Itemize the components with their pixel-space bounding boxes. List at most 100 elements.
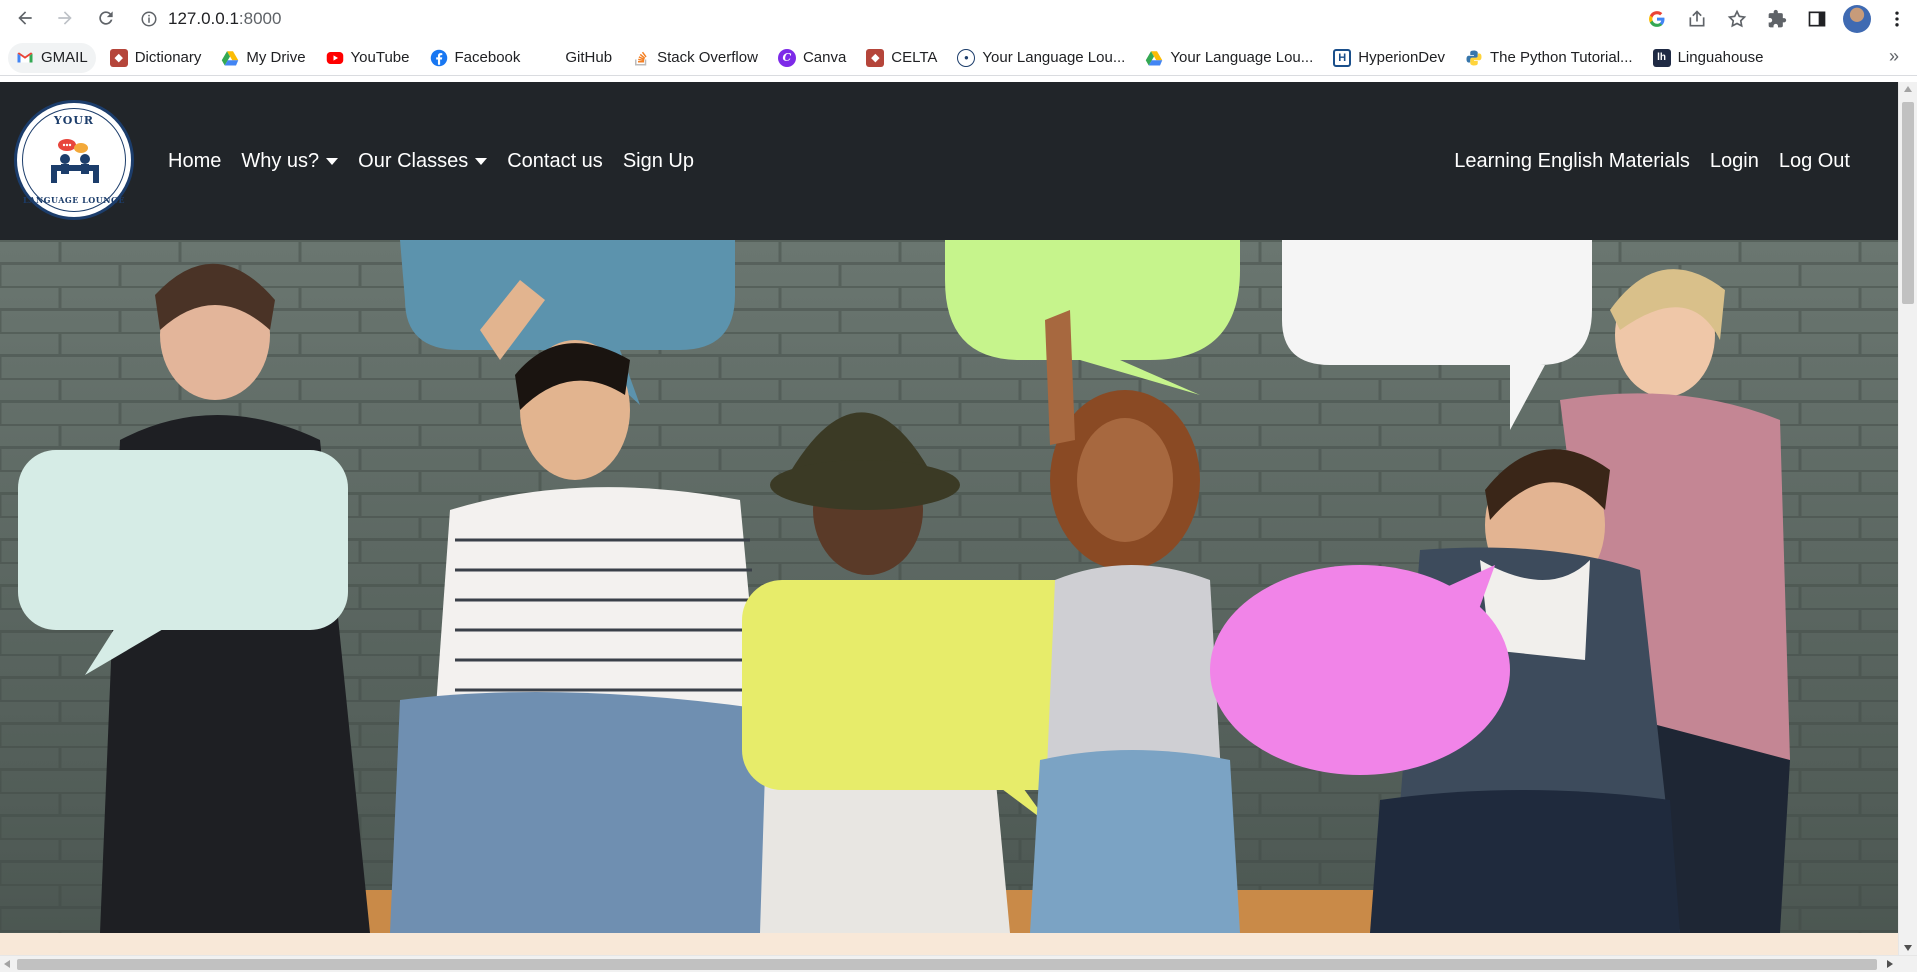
nav-log-out-label: Log Out [1778,149,1850,172]
url-host: 127.0.0.1 [168,8,239,28]
bookmark-star-button[interactable] [1721,4,1753,34]
caret-down-icon [475,157,488,165]
bookmark-label: GitHub [565,49,613,66]
bookmark-stack-overflow[interactable]: Stack Overflow [622,43,768,73]
scroll-left-arrow-icon[interactable] [4,960,10,968]
back-arrow-icon [18,11,32,25]
bookmark-label: My Drive [246,49,306,66]
bookmark-gmail[interactable]: GMAIL [8,42,96,73]
hero-illustration [0,240,1898,933]
scroll-right-arrow-icon[interactable] [1887,960,1893,968]
bookmarks-bar: GMAIL ◆ Dictionary My Drive YouTube Face… [0,40,1917,76]
menu-button[interactable] [1881,4,1913,34]
toolbar-actions [1641,3,1913,34]
nav-contact-us[interactable]: Contact us [507,150,603,173]
bookmark-label: Linguahouse [1677,49,1764,66]
bookmark-label: Dictionary [134,49,202,66]
nav-left-group: Home Why us? Our Classes Contact us Sign… [168,82,694,240]
forward-arrow-icon [58,11,72,25]
bookmark-youtube[interactable]: YouTube [316,43,420,73]
gmail-icon [17,51,33,62]
bookmark-your-language-lounge[interactable]: ● Your Language Lou... [947,43,1135,73]
forward-button[interactable] [50,3,80,33]
url-text: 127.0.0.1:8000 [168,9,281,29]
bookmark-your-language-lounge-drive[interactable]: Your Language Lou... [1135,43,1323,73]
nav-our-classes-dropdown[interactable]: Our Classes [358,149,488,173]
logo-text-top: YOUR [53,114,95,127]
bookmark-python-tutorial[interactable]: The Python Tutorial... [1455,43,1643,73]
nav-sign-up-label: Sign Up [622,149,694,172]
kebab-menu-icon [1895,11,1899,26]
linguahouse-icon: lh [1652,48,1671,67]
bookmark-label: Canva [802,49,847,66]
logo-ring: YOUR LANGUAGE LOUNGE [22,108,126,212]
browser-toolbar: 127.0.0.1:8000 [0,0,1917,37]
share-icon [1689,9,1705,26]
address-bar[interactable]: 127.0.0.1:8000 [140,4,281,33]
nav-log-out[interactable]: Log Out [1779,150,1850,173]
horizontal-scroll-thumb[interactable] [17,959,1877,970]
site-logo[interactable]: YOUR LANGUAGE LOUNGE [14,100,134,220]
cambridge-icon: ◆ [866,48,885,67]
extensions-button[interactable] [1761,4,1793,34]
back-button[interactable] [10,3,40,33]
nav-contact-us-label: Contact us [507,149,603,172]
stackoverflow-icon [635,51,647,65]
nav-home[interactable]: Home [168,150,221,173]
vertical-scroll-thumb[interactable] [1902,102,1914,304]
nav-login[interactable]: Login [1710,150,1759,173]
bookmark-canva[interactable]: C Canva [768,43,856,73]
nav-login-label: Login [1709,149,1759,172]
nav-why-us-label: Why us? [241,149,320,172]
nav-learning-english-materials-label: Learning English Materials [1454,149,1690,172]
caret-down-icon [326,157,339,165]
bookmark-label: YouTube [350,49,410,66]
hyperiondev-icon: H [1333,48,1352,67]
bookmark-label: The Python Tutorial... [1489,49,1633,66]
python-icon [1466,50,1482,65]
youtube-icon [326,51,343,64]
bookmark-dictionary[interactable]: ◆ Dictionary [100,43,212,73]
google-icon [1649,10,1665,27]
avatar [1843,4,1871,33]
star-icon [1727,9,1747,27]
side-panel-button[interactable] [1801,4,1833,34]
bookmark-celta[interactable]: ◆ CELTA [856,43,947,73]
bookmark-label: Stack Overflow [657,49,758,66]
site-logo-icon: ● [957,48,976,67]
bookmark-github[interactable]: GitHub [530,43,622,73]
bookmark-label: HyperionDev [1358,49,1445,66]
bookmark-label: Facebook [454,49,521,66]
lounge-chat-icon [51,139,99,183]
scroll-up-arrow-icon[interactable] [1904,86,1912,92]
more-bookmarks-chevron-icon[interactable]: » [1889,46,1899,67]
canva-icon: C [777,48,796,67]
facebook-icon [430,49,447,66]
bookmark-my-drive[interactable]: My Drive [211,43,315,73]
nav-sign-up[interactable]: Sign Up [623,150,694,173]
vertical-scrollbar[interactable] [1898,82,1917,955]
scroll-down-arrow-icon[interactable] [1904,945,1912,951]
google-lens-button[interactable] [1641,4,1673,34]
hero-image [0,240,1898,933]
bookmark-linguahouse[interactable]: lh Linguahouse [1643,43,1774,73]
reload-icon [99,11,113,25]
bookmark-facebook[interactable]: Facebook [420,43,531,73]
github-icon [540,49,558,67]
nav-our-classes-label: Our Classes [358,149,469,172]
site-navbar: YOUR LANGUAGE LOUNGE Home Why us? Our Cl… [0,82,1898,240]
cambridge-icon: ◆ [109,48,128,67]
bookmark-label: GMAIL [41,49,88,66]
drive-icon [222,50,239,65]
horizontal-scrollbar[interactable] [0,955,1917,972]
nav-learning-english-materials[interactable]: Learning English Materials [1454,150,1690,173]
bookmark-hyperiondev[interactable]: H HyperionDev [1323,43,1455,73]
speech-bubble-pink [1210,565,1510,775]
bookmark-label: Your Language Lou... [982,49,1126,66]
drive-icon [1146,50,1163,65]
reload-button[interactable] [91,3,121,33]
share-button[interactable] [1681,4,1713,34]
logo-text-bottom: LANGUAGE LOUNGE [23,195,125,205]
profile-button[interactable] [1841,4,1873,34]
nav-why-us-dropdown[interactable]: Why us? [241,149,339,173]
